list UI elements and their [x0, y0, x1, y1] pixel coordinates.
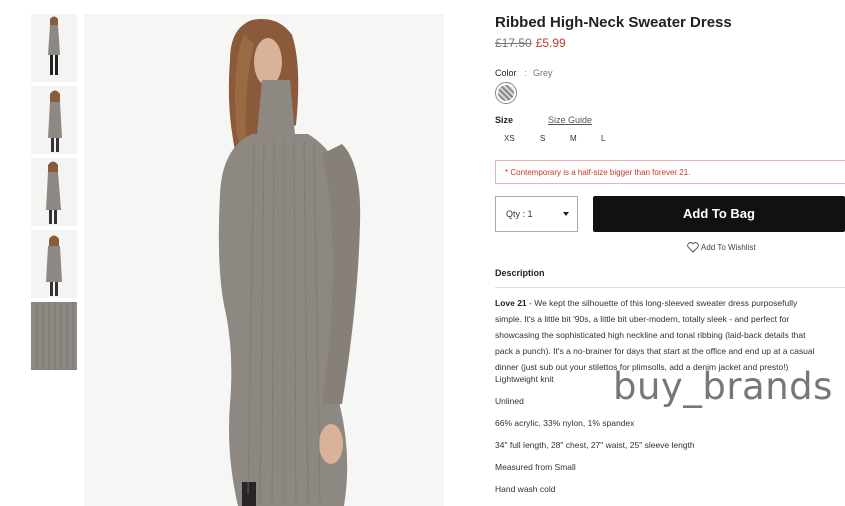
color-label: Color — [495, 68, 517, 78]
watermark: buy_brands — [613, 365, 833, 408]
quantity-select[interactable]: Qty : 1 — [495, 196, 578, 232]
size-option-s[interactable]: S — [540, 134, 545, 143]
detail-item: 34" full length, 28" chest, 27" waist, 2… — [495, 440, 695, 450]
detail-item: Lightweight knit — [495, 374, 554, 384]
color-row: Color: Grey — [495, 68, 553, 78]
heart-icon — [687, 242, 699, 253]
size-guide-link[interactable]: Size Guide — [548, 115, 592, 125]
price: £17.50 £5.99 — [495, 36, 566, 50]
thumbnail-1[interactable] — [31, 14, 77, 82]
size-label: Size — [495, 115, 514, 125]
product-main-image[interactable] — [84, 14, 444, 506]
size-option-l[interactable]: L — [601, 134, 605, 143]
description-text: Love 21 - We kept the silhouette of this… — [495, 295, 845, 375]
thumbnail-4[interactable] — [31, 230, 77, 298]
detail-item: Measured from Small — [495, 462, 576, 472]
quantity-label: Qty : 1 — [506, 209, 533, 219]
description-line-2: simple. It's a little bit '90s, a little… — [495, 314, 790, 324]
chevron-down-icon — [563, 212, 569, 216]
original-price: £17.50 — [495, 36, 532, 50]
size-option-xs[interactable]: XS — [504, 134, 515, 143]
size-notice: * Contemporary is a half-size bigger tha… — [495, 160, 845, 184]
color-separator: : — [524, 68, 528, 78]
color-value: Grey — [533, 68, 553, 78]
description-heading: Description — [495, 268, 545, 278]
size-option-m[interactable]: M — [570, 134, 577, 143]
description-line-1: Love 21 - We kept the silhouette of this… — [495, 298, 798, 308]
thumbnail-5[interactable] — [31, 302, 77, 370]
thumbnail-3[interactable] — [31, 158, 77, 226]
detail-item: 66% acrylic, 33% nylon, 1% spandex — [495, 418, 635, 428]
brand-name: Love 21 — [495, 298, 527, 308]
product-info-panel: Ribbed High-Neck Sweater Dress £17.50 £5.… — [495, 0, 845, 506]
description-line-3: showcasing the sophisticated high neckli… — [495, 330, 806, 340]
description-line-4: pack a punch). It's a no-brainer for day… — [495, 346, 815, 356]
thumbnail-2[interactable] — [31, 86, 77, 154]
detail-item: Unlined — [495, 396, 524, 406]
detail-item: Hand wash cold — [495, 484, 556, 494]
add-to-wishlist-link[interactable]: Add To Wishlist — [687, 242, 756, 253]
add-to-bag-button[interactable]: Add To Bag — [593, 196, 845, 232]
divider — [495, 287, 845, 288]
sale-price: £5.99 — [535, 36, 566, 50]
size-row: Size Size Guide — [495, 115, 845, 125]
product-title: Ribbed High-Neck Sweater Dress — [495, 14, 732, 31]
color-swatch-grey[interactable] — [495, 82, 517, 104]
wishlist-label: Add To Wishlist — [701, 243, 756, 252]
